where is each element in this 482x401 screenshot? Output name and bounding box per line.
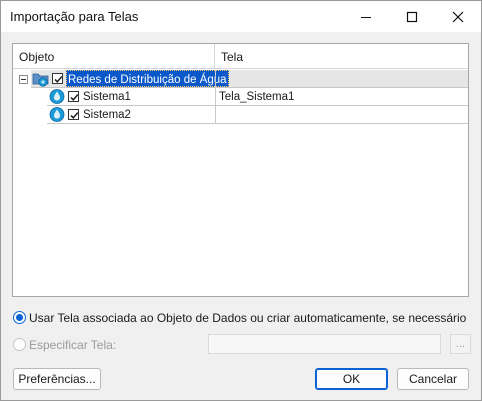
column-header-object[interactable]: Objeto (13, 44, 215, 68)
window-title: Importação para Telas (10, 9, 139, 24)
specify-screen-radio[interactable] (13, 338, 26, 351)
title-bar: Importação para Telas (1, 1, 481, 32)
minimize-button[interactable] (343, 1, 389, 32)
tree-item-label: Sistema2 (83, 109, 131, 121)
browse-button[interactable]: ... (450, 334, 471, 354)
column-header-screen[interactable]: Tela (215, 44, 465, 68)
tree-row-sistema1[interactable]: Sistema1 Tela_Sistema1 (47, 88, 468, 106)
maximize-button[interactable] (389, 1, 435, 32)
screen-cell[interactable] (215, 70, 468, 87)
cancel-button[interactable]: Cancelar (397, 368, 469, 390)
screen-field[interactable] (208, 334, 441, 354)
tree-row-sistema2[interactable]: Sistema2 (47, 106, 468, 124)
water-drop-icon (49, 106, 65, 126)
specify-screen-label: Especificar Tela: (29, 338, 117, 352)
tree-item-label: Redes de Distribuição de Água (66, 70, 229, 87)
close-button[interactable] (435, 1, 481, 32)
object-tree-grid[interactable]: Objeto Tela Redes de Distribuição de Águ… (12, 43, 469, 297)
maximize-icon (406, 11, 418, 22)
import-to-screens-dialog: Importação para Telas Objeto Tela Redes … (0, 0, 482, 401)
row-checkbox[interactable] (52, 73, 63, 84)
grid-header: Objeto Tela (13, 44, 468, 69)
row-checkbox[interactable] (68, 109, 79, 120)
close-icon (452, 11, 464, 22)
collapse-toggle[interactable] (19, 75, 28, 84)
screen-cell[interactable] (215, 106, 468, 123)
water-drop-icon (49, 88, 65, 108)
use-associated-radio[interactable] (13, 311, 26, 324)
preferences-button[interactable]: Preferências... (13, 368, 101, 390)
use-associated-label: Usar Tela associada ao Objeto de Dados o… (29, 311, 467, 325)
ok-button[interactable]: OK (315, 368, 388, 390)
screen-cell[interactable]: Tela_Sistema1 (215, 88, 468, 105)
row-checkbox[interactable] (68, 91, 79, 102)
tree-row-water-network[interactable]: Redes de Distribuição de Água (31, 70, 468, 88)
tree-item-label: Sistema1 (83, 91, 131, 103)
minimize-icon (361, 16, 371, 18)
